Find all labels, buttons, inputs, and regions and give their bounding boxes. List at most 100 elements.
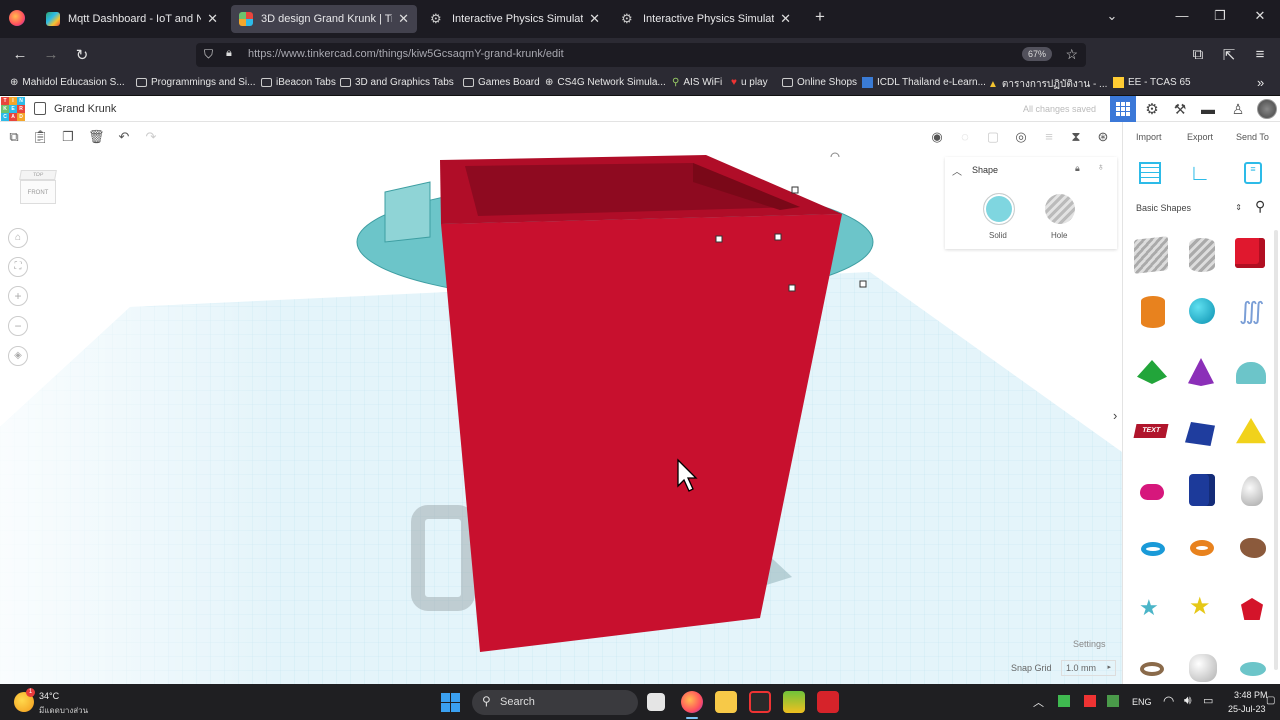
torus-shape[interactable] <box>1141 542 1165 556</box>
perspective-icon[interactable]: ◈ <box>8 346 28 366</box>
close-tab-icon[interactable]: ✕ <box>780 11 791 27</box>
ring-shape[interactable] <box>1140 662 1164 676</box>
copy-icon[interactable]: ⧉ <box>6 129 22 145</box>
tab-physics-sim-software[interactable]: ⚙ Interactive Physics Simulation Soft ✕ <box>422 5 608 33</box>
close-window-button[interactable]: ✕ <box>1250 8 1270 24</box>
trash-icon[interactable]: 🗑︎ <box>88 129 105 145</box>
weather-desc[interactable]: มีแดดบางส่วน <box>39 704 88 717</box>
firefox-menu-icon[interactable] <box>9 10 25 26</box>
firefox-icon[interactable] <box>681 691 703 713</box>
wifi-icon[interactable]: ◠ <box>1163 693 1174 709</box>
search-icon[interactable]: ⚲ <box>1255 198 1265 215</box>
blocks-icon[interactable]: ⚙ <box>1139 96 1165 122</box>
layers-app-icon[interactable] <box>783 691 805 713</box>
view-cube[interactable]: TOP FRONT <box>19 170 57 210</box>
tray-app-icon[interactable] <box>1084 695 1096 707</box>
acrobat-icon[interactable] <box>817 691 839 713</box>
resize-handle[interactable] <box>774 233 782 241</box>
polygon-shape[interactable] <box>1185 422 1215 446</box>
reload-button[interactable]: ↻ <box>72 46 92 64</box>
extensions-icon[interactable]: ⧉ <box>1188 46 1208 63</box>
send-to-button[interactable]: Send To <box>1236 132 1269 142</box>
snap-grid-select[interactable]: 1.0 mm ▸ <box>1061 660 1116 676</box>
hamburger-menu-icon[interactable]: ≡ <box>1250 46 1270 63</box>
restore-button[interactable]: ❐ <box>1210 8 1230 24</box>
cylinder-shape[interactable] <box>1141 296 1165 328</box>
bookmark-item[interactable]: ⚲ AIS WiFi <box>672 77 722 88</box>
minimize-button[interactable]: — <box>1172 8 1192 23</box>
resize-handle[interactable] <box>788 284 796 292</box>
resize-handle[interactable] <box>715 235 723 243</box>
text-shape[interactable]: TEXT <box>1133 424 1169 438</box>
solid-color-button[interactable] <box>983 193 1015 225</box>
tab-mqtt-dashboard[interactable]: Mqtt Dashboard - IoT and Node- ✕ <box>38 5 226 33</box>
shapes-category-select[interactable]: Basic Shapes ⇕ <box>1133 200 1245 218</box>
3d-view-grid-icon[interactable] <box>1110 96 1136 122</box>
file-explorer-icon[interactable] <box>715 691 737 713</box>
sim-lab-icon[interactable]: ⚒ <box>1167 96 1193 122</box>
notes-icon[interactable]: ≡ <box>1244 162 1262 184</box>
bookmark-item[interactable]: ▲ ตารางการปฏิบัติงาน - ... <box>988 77 1107 92</box>
avatar[interactable] <box>1254 96 1280 122</box>
tab-physics-simulations[interactable]: ⚙ Interactive Physics Simulations | Ph ✕ <box>613 5 799 33</box>
icosahedron-shape[interactable] <box>1241 598 1263 620</box>
comment-icon[interactable]: ◉ <box>929 129 945 145</box>
bookmark-item[interactable]: ⊕ Mahidol Educasion S... <box>10 77 125 88</box>
language-indicator[interactable]: ENG <box>1132 697 1152 707</box>
organic-shape[interactable] <box>1240 538 1266 558</box>
mirror-icon[interactable]: ⧗ <box>1068 129 1084 145</box>
panel-collapse-chevron-icon[interactable]: › <box>1113 408 1117 423</box>
paraboloid-shape[interactable] <box>1241 476 1263 506</box>
notification-icon[interactable]: ▢ <box>1266 695 1275 706</box>
striped-cylinder-hole-shape[interactable] <box>1189 238 1215 272</box>
group-icon[interactable]: ▢ <box>985 129 1001 145</box>
back-button[interactable]: ← <box>10 46 30 63</box>
battery-icon[interactable]: ▭ <box>1203 694 1213 707</box>
close-tab-icon[interactable]: ✕ <box>398 11 409 27</box>
hexagonal-prism-shape[interactable] <box>1189 474 1215 506</box>
tray-app-icon[interactable] <box>1107 695 1119 707</box>
tinkercad-logo[interactable]: T I N K E R C A D <box>1 97 25 121</box>
video-app-icon[interactable] <box>749 691 771 713</box>
zoom-in-icon[interactable]: + <box>8 286 28 306</box>
settings-button[interactable]: Settings <box>1073 639 1106 649</box>
clock-date[interactable]: 25-Jul-23 <box>1228 704 1266 714</box>
star-shape[interactable]: ★ <box>1139 597 1165 619</box>
bookmark-item[interactable]: ♥ u play <box>731 77 768 88</box>
cone-shape[interactable] <box>1188 358 1214 386</box>
more-bookmarks-chevron-icon[interactable]: » <box>1257 75 1264 90</box>
design-name[interactable]: Grand Krunk <box>54 103 116 115</box>
volume-icon[interactable]: 🔊︎ <box>1184 693 1192 708</box>
clock-time[interactable]: 3:48 PM <box>1234 690 1268 700</box>
bookmark-folder[interactable]: Games Board <box>463 77 540 88</box>
lock-icon[interactable]: 🔒︎ <box>226 47 232 60</box>
align-icon[interactable]: ≡ <box>1041 129 1057 145</box>
url-bar[interactable]: ⛉ 🔒︎ https://www.tinkercad.com/things/ki… <box>196 43 1086 67</box>
home-view-icon[interactable]: ⌂ <box>8 228 28 248</box>
tab-tinkercad[interactable]: 3D design Grand Krunk | Tinkercad ✕ <box>231 5 417 33</box>
white-sphere-shape[interactable] <box>1189 654 1217 682</box>
tray-chevron-icon[interactable]: ︿ <box>1033 694 1044 710</box>
bookmark-star-icon[interactable]: ☆ <box>1065 46 1078 63</box>
resize-handle[interactable] <box>859 280 867 288</box>
collapse-chevron-icon[interactable]: ︿ <box>952 163 962 178</box>
bricks-icon[interactable]: ▬ <box>1195 96 1221 122</box>
new-tab-button[interactable]: + <box>810 7 830 27</box>
lock-icon[interactable]: 🔒︎ <box>1075 163 1080 174</box>
fit-view-icon[interactable]: ⛶ <box>8 257 28 277</box>
roof-shape[interactable] <box>1137 360 1167 384</box>
bookmark-folder[interactable]: Programmings and Si... <box>136 77 256 88</box>
zoom-badge[interactable]: 67% <box>1021 47 1052 61</box>
light-bulb-icon[interactable]: ◌ <box>957 129 973 145</box>
hole-button[interactable] <box>1045 194 1075 224</box>
star-yellow-shape[interactable]: ★ <box>1189 595 1215 619</box>
shield-icon[interactable]: ⛉ <box>204 47 213 62</box>
add-user-icon[interactable]: ♙ <box>1225 96 1251 122</box>
export-button[interactable]: Export <box>1187 132 1213 142</box>
scrollbar[interactable] <box>1274 230 1278 670</box>
bookmark-folder[interactable]: 3D and Graphics Tabs <box>340 77 454 88</box>
close-tab-icon[interactable]: ✕ <box>207 11 218 27</box>
tab-list-chevron-icon[interactable]: ⌄ <box>1102 8 1122 24</box>
bookmark-folder[interactable]: Online Shops <box>782 77 857 88</box>
url-text[interactable]: https://www.tinkercad.com/things/kiw5Gcs… <box>248 48 564 60</box>
